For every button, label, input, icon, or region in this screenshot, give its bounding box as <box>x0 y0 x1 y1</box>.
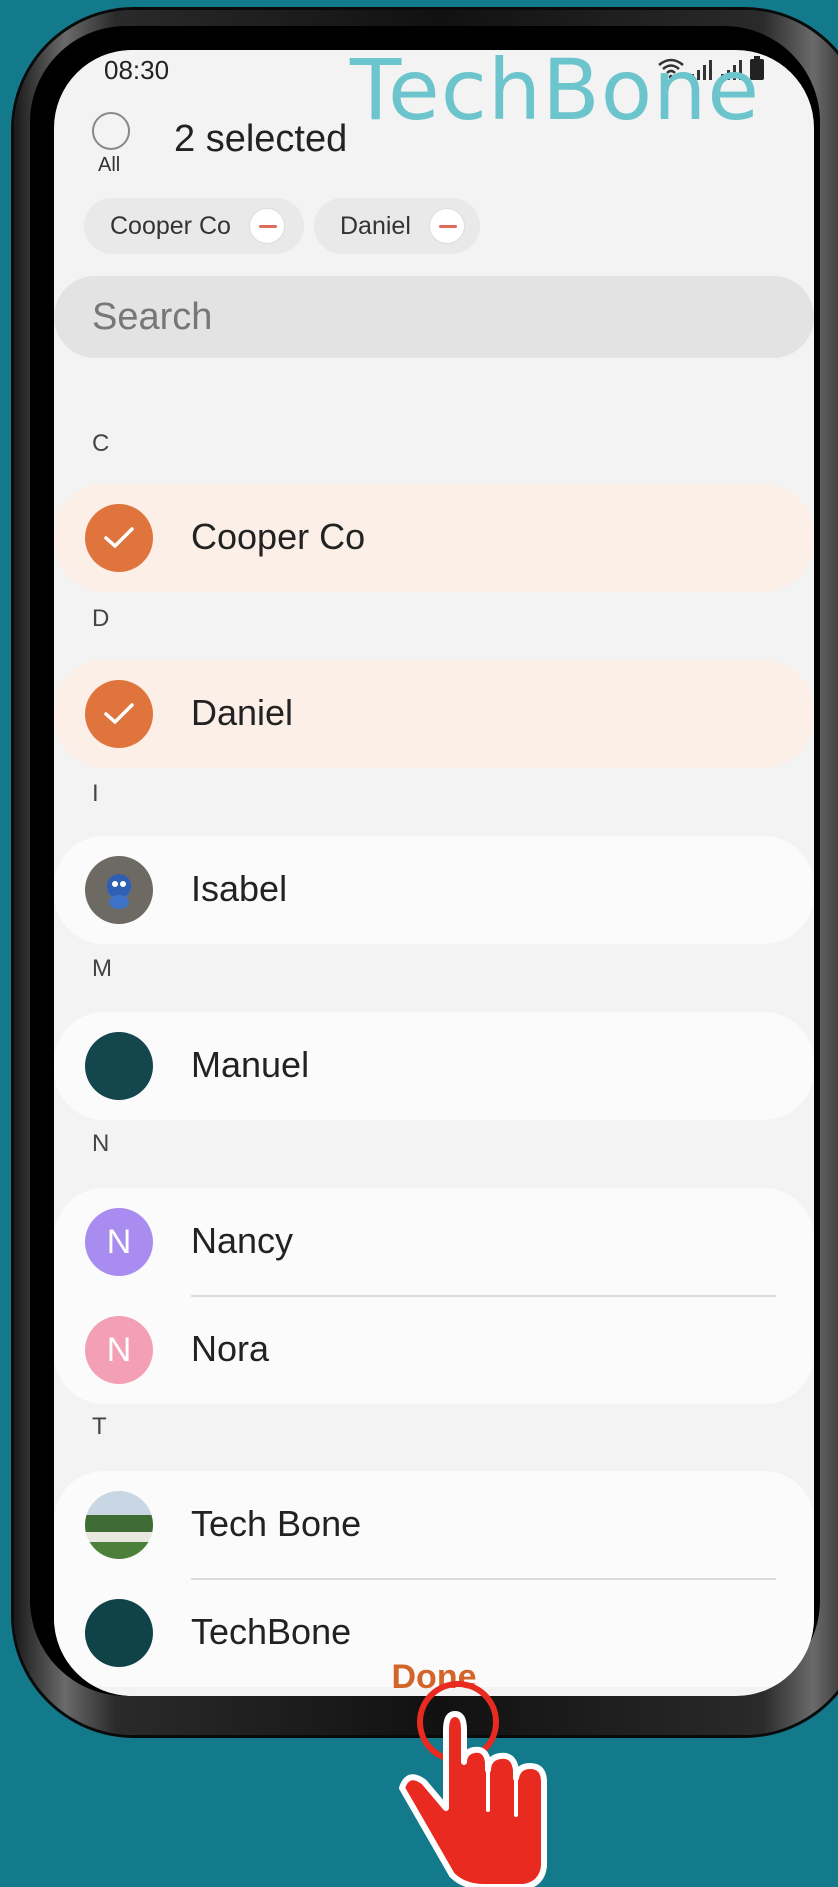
contact-row-cooper-co[interactable]: Cooper Co <box>54 484 814 592</box>
select-all-label: All <box>98 154 121 176</box>
search-input[interactable]: Search <box>54 276 814 358</box>
contact-name: Isabel <box>191 868 288 909</box>
checked-icon <box>85 504 153 572</box>
section-header-c: C <box>92 430 110 457</box>
contact-name: TechBone <box>191 1611 352 1652</box>
avatar <box>85 1491 153 1559</box>
section-header-d: D <box>92 605 110 632</box>
avatar <box>85 1599 153 1667</box>
avatar-initial: N <box>106 1222 132 1261</box>
status-time: 08:30 <box>104 55 170 85</box>
selected-count: 2 selected <box>174 118 348 160</box>
tap-hand-icon <box>399 1681 547 1887</box>
remove-chip-icon[interactable] <box>428 208 465 244</box>
contact-row-daniel[interactable]: Daniel <box>54 660 814 768</box>
screen: 08:30 TechBone All 2 selected Cooper Co … <box>54 50 814 1696</box>
chip-daniel: Daniel <box>314 198 480 254</box>
watermark-logo: TechBone <box>350 50 761 139</box>
avatar-initial: N <box>106 1330 132 1369</box>
contact-row-tech-bone[interactable]: Tech Bone <box>54 1471 814 1579</box>
contact-row-nancy[interactable]: N Nancy <box>54 1188 814 1296</box>
checked-icon <box>85 680 153 748</box>
contact-group-t: Tech Bone TechBone <box>54 1471 814 1687</box>
section-header-t: T <box>92 1413 107 1440</box>
remove-chip-icon[interactable] <box>248 208 285 244</box>
avatar <box>85 1032 153 1100</box>
section-header-m: M <box>92 955 112 982</box>
contact-name: Cooper Co <box>191 516 366 557</box>
chip-cooper-co: Cooper Co <box>84 198 304 254</box>
avatar: N <box>85 1208 153 1276</box>
avatar <box>85 856 153 924</box>
contact-row-nora[interactable]: N Nora <box>54 1296 814 1404</box>
contact-name: Manuel <box>191 1044 310 1085</box>
contact-group-n: N Nancy N Nora <box>54 1188 814 1404</box>
contact-name: Nancy <box>191 1220 294 1261</box>
avatar: N <box>85 1316 153 1384</box>
contact-row-manuel[interactable]: Manuel <box>54 1012 814 1120</box>
select-all-checkbox[interactable] <box>92 112 130 150</box>
contact-name: Daniel <box>191 692 294 733</box>
section-header-n: N <box>92 1130 110 1157</box>
contact-name: Tech Bone <box>191 1503 362 1544</box>
contact-row-isabel[interactable]: Isabel <box>54 836 814 944</box>
chip-label: Daniel <box>340 211 411 240</box>
contact-name: Nora <box>191 1328 270 1369</box>
chip-label: Cooper Co <box>110 211 231 240</box>
section-header-i: I <box>92 780 99 807</box>
